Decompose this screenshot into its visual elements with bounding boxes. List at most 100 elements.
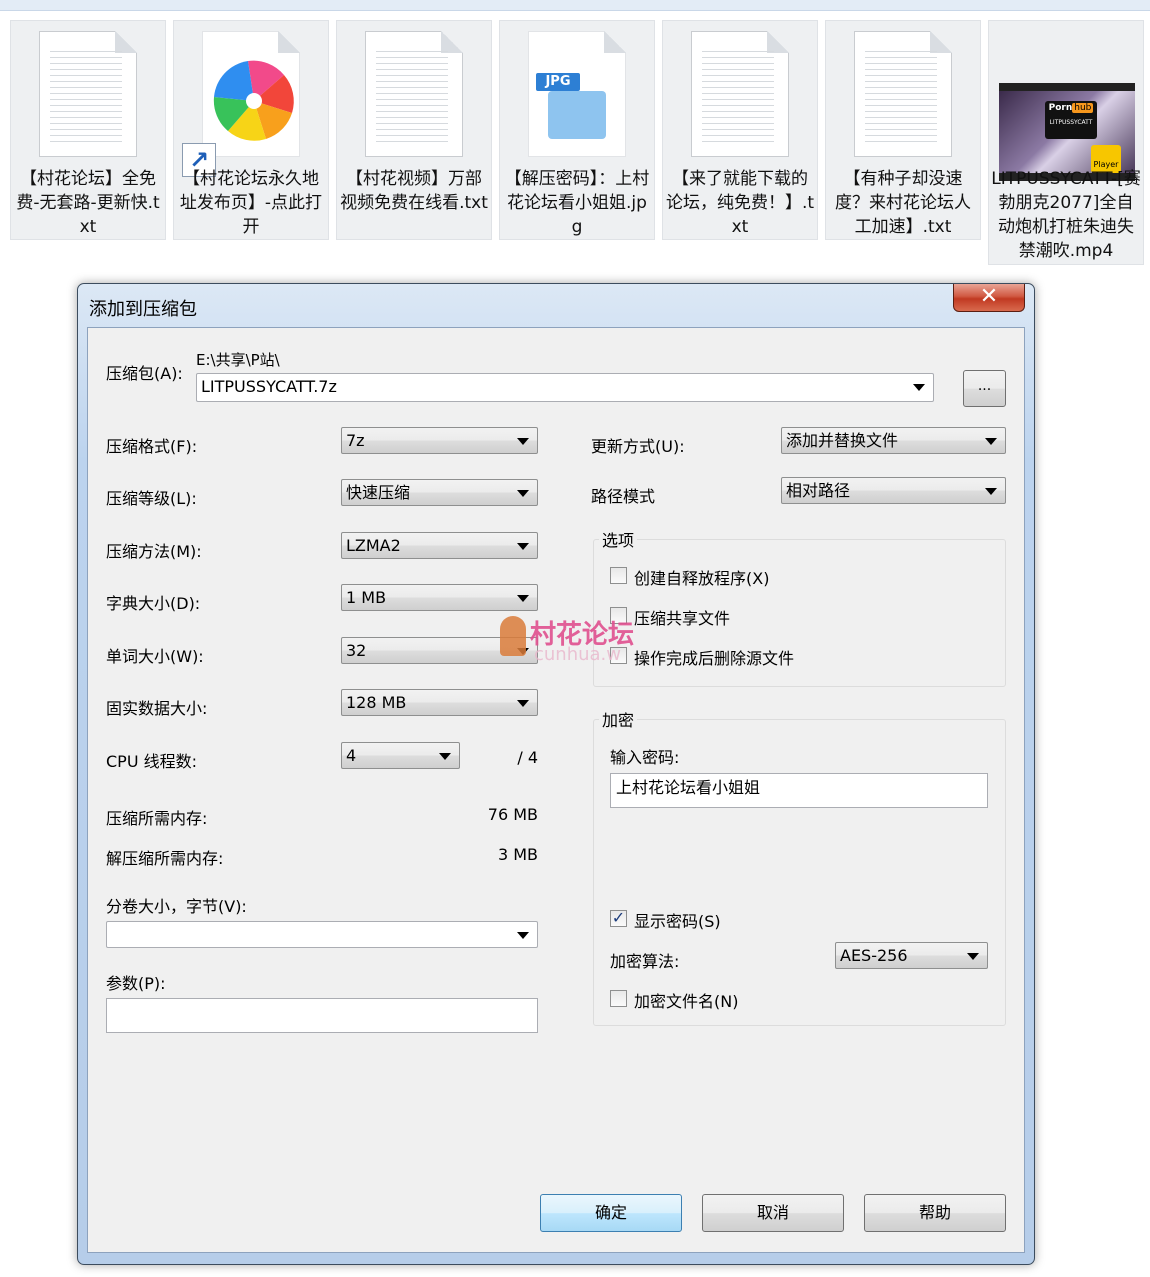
- delete-checkbox[interactable]: [610, 647, 627, 664]
- show-password-checkbox[interactable]: ✓: [610, 910, 627, 927]
- word-label: 单词大小(W):: [106, 647, 204, 666]
- format-label: 压缩格式(F):: [106, 437, 198, 456]
- split-label: 分卷大小，字节(V):: [106, 897, 247, 916]
- method-label: 压缩方法(M):: [106, 542, 202, 561]
- video-file-icon: Porn hub LITPUSSYCATT Player: [999, 31, 1135, 181]
- mem-comp-label: 压缩所需内存:: [106, 809, 208, 828]
- encrypt-names-label[interactable]: 加密文件名(N): [634, 988, 738, 1012]
- chevron-down-icon[interactable]: [913, 384, 925, 391]
- file-name: 【村花论坛永久地址发布页】-点此打开: [179, 169, 323, 237]
- format-select[interactable]: 7z: [341, 427, 538, 454]
- algo-select[interactable]: AES-256: [835, 942, 988, 969]
- file-tile[interactable]: JPG 【解压密码】：上村花论坛看小姐姐.jpg: [499, 20, 655, 240]
- file-name: 【解压密码】：上村花论坛看小姐姐.jpg: [504, 169, 650, 237]
- dict-select[interactable]: 1 MB: [341, 584, 538, 611]
- mem-comp-value: 76 MB: [487, 805, 538, 824]
- help-button[interactable]: 帮助: [864, 1194, 1006, 1232]
- cancel-button[interactable]: 取消: [702, 1194, 844, 1232]
- file-name: 【村花论坛】全免费-无套路-更新快.txt: [16, 169, 160, 237]
- browse-button[interactable]: ...: [963, 370, 1006, 407]
- file-name: 【村花视频】万部视频免费在线看.txt: [340, 169, 488, 213]
- archive-name-combo[interactable]: LITPUSSYCATT.7z: [196, 373, 934, 402]
- chevron-down-icon: [517, 438, 529, 445]
- text-file-icon: [691, 31, 789, 161]
- cpu-select[interactable]: 4: [341, 742, 460, 769]
- file-name: 【来了就能下载的论坛，纯免费！】.txt: [665, 169, 815, 237]
- password-input[interactable]: 上村花论坛看小姐姐: [610, 773, 988, 808]
- show-password-label[interactable]: 显示密码(S): [634, 908, 721, 932]
- pinwheel-logo-icon: [213, 60, 294, 141]
- format-value: 7z: [346, 431, 365, 450]
- brand-subtitle: LITPUSSYCATT: [1049, 119, 1093, 126]
- solid-label: 固实数据大小:: [106, 699, 208, 718]
- file-tile[interactable]: 【村花视频】万部视频免费在线看.txt: [336, 20, 492, 240]
- chevron-down-icon: [517, 543, 529, 550]
- file-tile[interactable]: ↗ 【村花论坛永久地址发布页】-点此打开: [173, 20, 329, 240]
- cpu-label: CPU 线程数:: [106, 752, 198, 771]
- dialog-title: 添加到压缩包: [89, 299, 197, 320]
- chevron-down-icon: [517, 700, 529, 707]
- dict-value: 1 MB: [346, 588, 387, 607]
- text-file-icon: [854, 31, 952, 161]
- algo-value: AES-256: [840, 946, 908, 965]
- shared-checkbox[interactable]: [610, 607, 627, 624]
- browser-shortcut-icon: ↗: [182, 31, 300, 177]
- file-name: LITPUSSYCATT-[赛勃朋克2077]全自动炮机打桩朱迪失禁潮吹.mp4: [991, 169, 1141, 261]
- file-tile[interactable]: 【村花论坛】全免费-无套路-更新快.txt: [10, 20, 166, 240]
- params-input[interactable]: [106, 998, 538, 1033]
- method-value: LZMA2: [346, 536, 401, 555]
- brand-text: Porn: [1048, 103, 1073, 113]
- chevron-down-icon: [517, 490, 529, 497]
- text-file-icon: [39, 31, 137, 161]
- solid-select[interactable]: 128 MB: [341, 689, 538, 716]
- update-value: 添加并替换文件: [786, 431, 899, 450]
- chevron-down-icon: [985, 438, 997, 445]
- path-value: 相对路径: [786, 481, 851, 500]
- shared-label[interactable]: 压缩共享文件: [634, 605, 730, 629]
- mem-decomp-label: 解压缩所需内存:: [106, 849, 224, 868]
- file-tile[interactable]: 【有种子却没速度？来村花论坛人工加速】.txt: [825, 20, 981, 240]
- algo-label: 加密算法:: [610, 952, 680, 971]
- options-title: 选项: [599, 527, 638, 551]
- chevron-down-icon: [967, 953, 979, 960]
- encryption-title: 加密: [599, 707, 638, 731]
- video-brand-badge: Porn hub LITPUSSYCATT: [1045, 101, 1097, 139]
- update-select[interactable]: 添加并替换文件: [781, 427, 1006, 454]
- chevron-down-icon: [517, 932, 529, 939]
- image-preview-icon: [548, 91, 606, 139]
- delete-label[interactable]: 操作完成后删除源文件: [634, 645, 794, 669]
- text-file-icon: [365, 31, 463, 161]
- split-combo[interactable]: [106, 921, 538, 948]
- jpg-badge: JPG: [536, 73, 580, 91]
- chevron-down-icon: [517, 648, 529, 655]
- file-tile[interactable]: 【来了就能下载的论坛，纯免费！】.txt: [662, 20, 818, 240]
- brand-highlight: hub: [1072, 103, 1094, 113]
- level-label: 压缩等级(L):: [106, 489, 197, 508]
- archive-name-value: LITPUSSYCATT.7z: [201, 377, 337, 396]
- password-label: 输入密码:: [610, 748, 680, 767]
- options-group: 选项 创建自释放程序(X) 压缩共享文件 操作完成后删除源文件: [593, 527, 1006, 687]
- close-button[interactable]: ✕: [953, 284, 1025, 312]
- word-value: 32: [346, 641, 367, 660]
- chevron-down-icon: [439, 753, 451, 760]
- level-select[interactable]: 快速压缩: [341, 479, 538, 506]
- level-value: 快速压缩: [346, 483, 411, 502]
- path-label: 路径模式: [591, 487, 656, 506]
- explorer-top-strip: [0, 0, 1150, 11]
- path-select[interactable]: 相对路径: [781, 477, 1006, 504]
- method-select[interactable]: LZMA2: [341, 532, 538, 559]
- chevron-down-icon: [985, 488, 997, 495]
- cpu-total: / 4: [517, 748, 538, 767]
- sfx-checkbox[interactable]: [610, 567, 627, 584]
- encryption-group: 加密 输入密码: 上村花论坛看小姐姐 ✓ 显示密码(S) 加密算法: AES-2…: [593, 707, 1006, 1026]
- encrypt-names-checkbox[interactable]: [610, 990, 627, 1007]
- ok-button[interactable]: 确定: [540, 1194, 682, 1232]
- params-label: 参数(P):: [106, 974, 166, 993]
- file-tile[interactable]: Porn hub LITPUSSYCATT Player LITPUSSYCATT…: [988, 20, 1144, 265]
- chevron-down-icon: [517, 595, 529, 602]
- file-name: 【有种子却没速度？来村花论坛人工加速】.txt: [835, 169, 971, 237]
- sfx-label[interactable]: 创建自释放程序(X): [634, 565, 769, 589]
- word-select[interactable]: 32: [341, 637, 538, 664]
- dict-label: 字典大小(D):: [106, 594, 201, 613]
- jpg-file-icon: JPG: [528, 31, 626, 161]
